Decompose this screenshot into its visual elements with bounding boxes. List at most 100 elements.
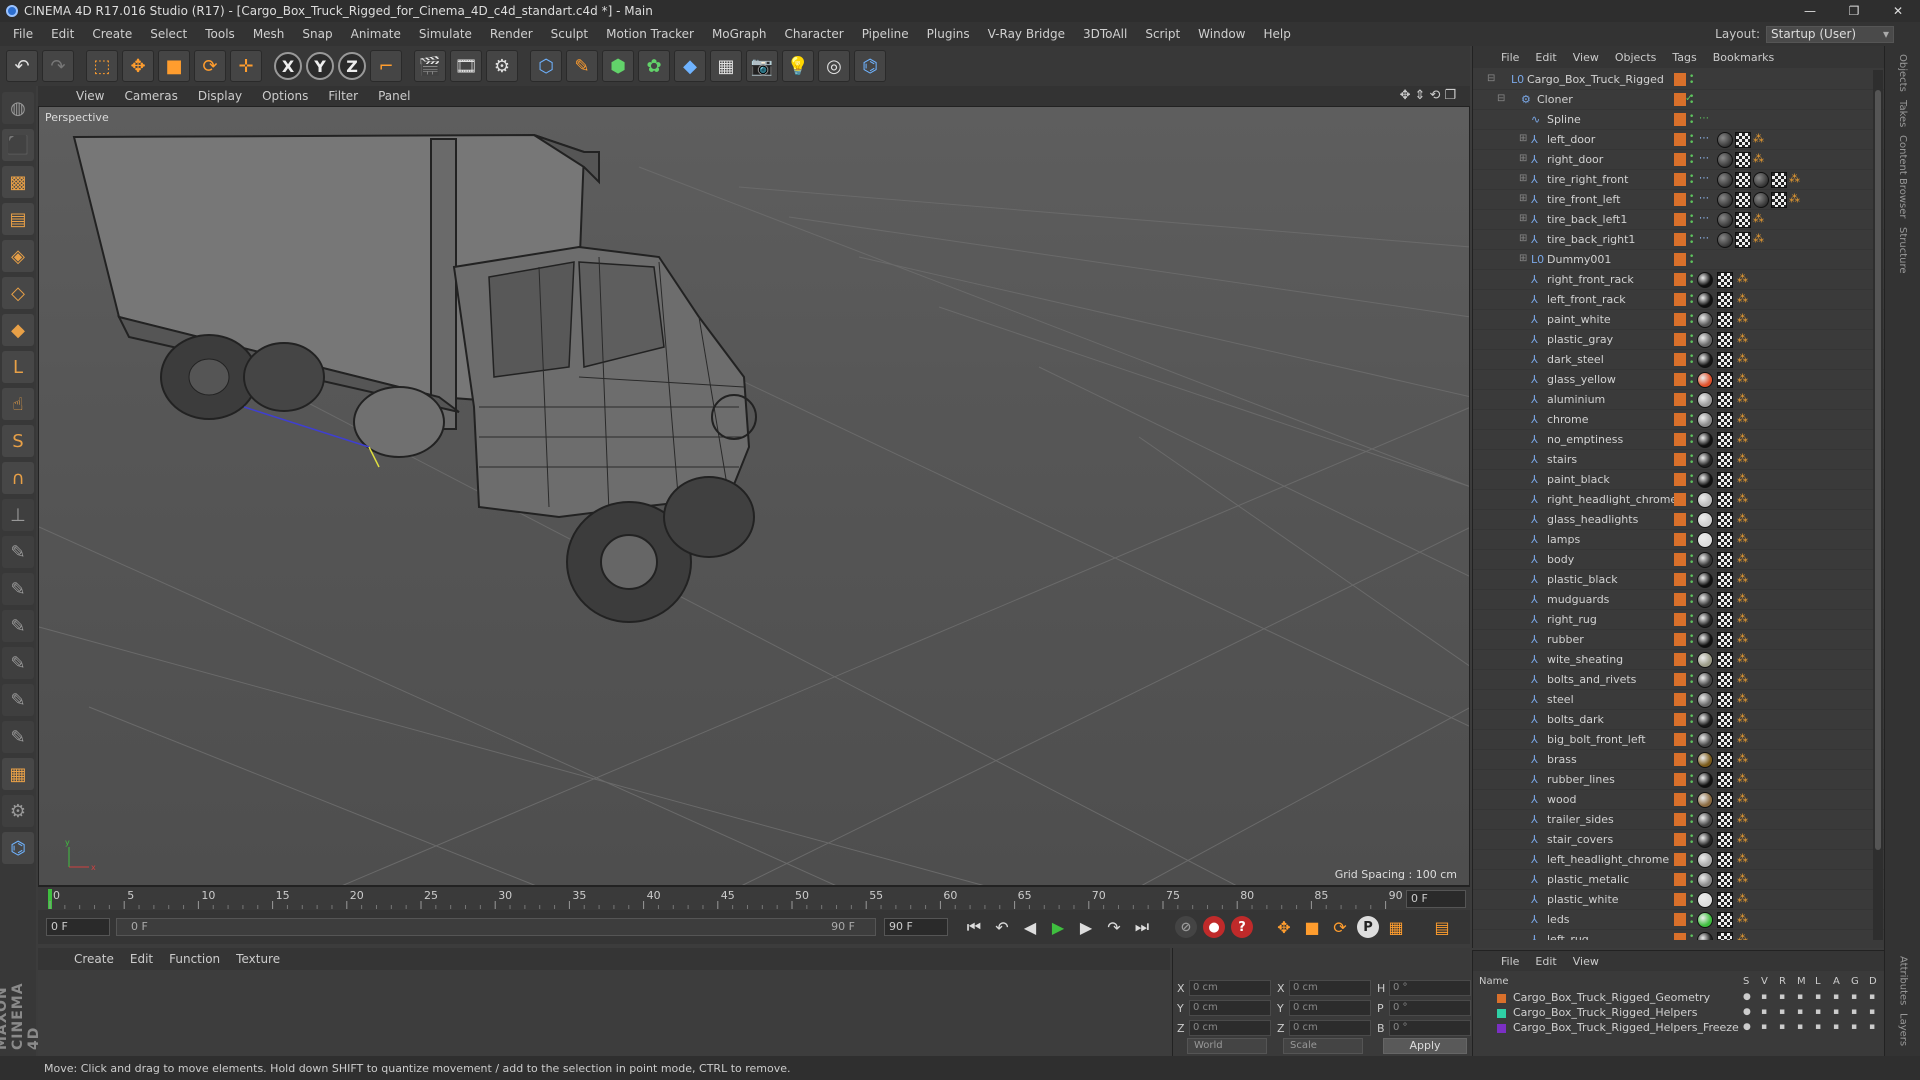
layer-toggle-icon[interactable]: ▪ <box>1851 1022 1857 1032</box>
menu-3dtoall[interactable]: 3DToAll <box>1074 27 1136 41</box>
object-row[interactable]: ⊞ L0 Dummy001 • • <box>1473 250 1885 270</box>
selection-tag-icon[interactable]: ⁂ <box>1737 372 1748 385</box>
selection-tag-icon[interactable]: ⁂ <box>1789 172 1800 185</box>
material-tag-icon[interactable] <box>1697 332 1713 348</box>
object-row[interactable]: ⊞ ⅄ left_door • • ⋯ ⁂ <box>1473 130 1885 150</box>
object-row[interactable]: ⅄ plastic_black • • ⁂ <box>1473 570 1885 590</box>
object-row[interactable]: ⅄ trailer_sides • • ⁂ <box>1473 810 1885 830</box>
timeline-ruler[interactable]: 0 5 10 15 20 25 30 35 40 45 50 55 60 65 70 75 80 85 90 0 F <box>38 886 1470 910</box>
axis-icon[interactable]: ⊥ <box>2 499 34 531</box>
scale-tool-icon[interactable]: ■ <box>158 50 190 82</box>
object-row[interactable]: ⅄ stair_covers • • ⁂ <box>1473 830 1885 850</box>
record-parameter-icon[interactable]: P <box>1357 916 1379 938</box>
texture-tag-icon[interactable] <box>1735 152 1751 168</box>
selection-tag-icon[interactable]: ⁂ <box>1737 612 1748 625</box>
layer-toggle-icon[interactable]: ▪ <box>1761 1007 1767 1017</box>
layer-toggle-icon[interactable]: ▪ <box>1779 1007 1785 1017</box>
texture-tag-icon[interactable] <box>1717 412 1733 428</box>
side-tab-structure[interactable]: Structure <box>1897 227 1908 274</box>
object-row[interactable]: ⅄ no_emptiness • • ⁂ <box>1473 430 1885 450</box>
viewport-menu-options[interactable]: Options <box>252 89 318 103</box>
layer-toggle-icon[interactable]: ▪ <box>1833 1022 1839 1032</box>
visibility-dots[interactable]: •• <box>1689 633 1694 648</box>
object-row[interactable]: ⅄ right_headlight_chrome • • ⁂ <box>1473 490 1885 510</box>
material-tag-icon[interactable] <box>1697 572 1713 588</box>
selection-tag-icon[interactable]: ⁂ <box>1737 732 1748 745</box>
brush-icon[interactable]: ✎ <box>2 536 34 568</box>
object-row[interactable]: ⅄ bolts_dark • • ⁂ <box>1473 710 1885 730</box>
selection-tag-icon[interactable]: ⁂ <box>1737 692 1748 705</box>
restore-button[interactable]: ❐ <box>1832 0 1876 22</box>
pen-spline-icon[interactable]: ✎ <box>566 50 598 82</box>
selection-tag-icon[interactable]: ⁂ <box>1737 292 1748 305</box>
object-row[interactable]: ⊞ ⅄ tire_back_right1 • • ⋯ ⁂ <box>1473 230 1885 250</box>
sculpt-icon[interactable]: ✎ <box>2 573 34 605</box>
close-button[interactable]: ✕ <box>1876 0 1920 22</box>
side-tab-layers[interactable]: Layers <box>1898 1013 1909 1046</box>
object-row[interactable]: ⅄ chrome • • ⁂ <box>1473 410 1885 430</box>
selection-tag-icon[interactable]: ⁂ <box>1737 652 1748 665</box>
layer-col-s[interactable]: S <box>1743 976 1749 987</box>
object-row[interactable]: ⅄ left_headlight_chrome • • ⁂ <box>1473 850 1885 870</box>
material-tag-icon[interactable] <box>1697 932 1713 940</box>
texture-tag-icon[interactable] <box>1735 192 1751 208</box>
layer-menu-view[interactable]: View <box>1565 955 1607 968</box>
autokey-icon[interactable]: ? <box>1231 916 1253 938</box>
texture-tag-icon[interactable] <box>1735 132 1751 148</box>
visibility-dots[interactable]: •• <box>1689 473 1694 488</box>
visibility-dots[interactable]: •• <box>1689 513 1694 528</box>
texture-tag-icon[interactable] <box>1717 792 1733 808</box>
selection-tag-icon[interactable]: ⁂ <box>1737 392 1748 405</box>
goto-end-icon[interactable]: ⏭ <box>1130 915 1154 939</box>
layer-toggle-icon[interactable]: ▪ <box>1761 992 1767 1002</box>
expand-icon[interactable]: ⊞ <box>1519 173 1527 184</box>
layer-menu-edit[interactable]: Edit <box>1527 955 1564 968</box>
material-tag-icon[interactable] <box>1697 772 1713 788</box>
collapse-icon[interactable]: ⊟ <box>1487 73 1495 84</box>
layer-toggle-icon[interactable]: ▪ <box>1851 992 1857 1002</box>
texture-tag-icon[interactable] <box>1717 892 1733 908</box>
layer-col-g[interactable]: G <box>1851 976 1859 987</box>
material-tag-icon[interactable] <box>1753 192 1769 208</box>
selection-tag-icon[interactable]: ⁂ <box>1753 212 1764 225</box>
layer-toggle-icon[interactable]: ▪ <box>1797 1007 1803 1017</box>
visibility-dots[interactable]: •• <box>1689 113 1694 128</box>
object-row[interactable]: ⅄ rubber_lines • • ⁂ <box>1473 770 1885 790</box>
visibility-dots[interactable]: •• <box>1689 673 1694 688</box>
object-row[interactable]: ⅄ wite_sheating • • ⁂ <box>1473 650 1885 670</box>
material-tag-icon[interactable] <box>1717 172 1733 188</box>
texture-mode-icon[interactable]: ▩ <box>2 166 34 198</box>
python-icon[interactable]: ⌬ <box>854 50 886 82</box>
visibility-dots[interactable]: •• <box>1689 733 1694 748</box>
texture-tag-icon[interactable] <box>1717 672 1733 688</box>
selection-tag-icon[interactable]: ⁂ <box>1737 932 1748 940</box>
visibility-dots[interactable]: •• <box>1689 933 1694 941</box>
timeline-layout-icon[interactable]: ▤ <box>1430 915 1454 939</box>
layer-toggle-icon[interactable]: ▪ <box>1761 1022 1767 1032</box>
menu-render[interactable]: Render <box>481 27 542 41</box>
object-row[interactable]: ⊟ L0 Cargo_Box_Truck_Rigged • • <box>1473 70 1885 90</box>
selection-tag-icon[interactable]: ⁂ <box>1753 152 1764 165</box>
object-row[interactable]: ⅄ left_front_rack • • ⁂ <box>1473 290 1885 310</box>
menu-character[interactable]: Character <box>775 27 852 41</box>
visibility-dots[interactable]: •• <box>1689 493 1694 508</box>
subdivision-surface-icon[interactable]: ⬢ <box>602 50 634 82</box>
magnet-icon[interactable]: ∩ <box>2 462 34 494</box>
material-tag-icon[interactable] <box>1697 372 1713 388</box>
apply-button[interactable]: Apply <box>1383 1038 1467 1054</box>
selection-tag-icon[interactable]: ⁂ <box>1737 312 1748 325</box>
next-key-icon[interactable]: ↷ <box>1102 915 1126 939</box>
selection-tag-icon[interactable]: ⁂ <box>1737 832 1748 845</box>
viewport-menu-panel[interactable]: Panel <box>368 89 420 103</box>
material-tag-icon[interactable] <box>1697 432 1713 448</box>
visibility-dots[interactable]: •• <box>1689 233 1694 248</box>
object-menu-view[interactable]: View <box>1565 51 1607 64</box>
live-selection-icon[interactable]: ⬚ <box>86 50 118 82</box>
material-tag-icon[interactable] <box>1697 392 1713 408</box>
texture-tag-icon[interactable] <box>1717 652 1733 668</box>
visibility-dots[interactable]: •• <box>1689 753 1694 768</box>
viewport-nav-icons[interactable]: ✥⇕⟲❐ <box>1400 88 1460 103</box>
side-tab-attributes[interactable]: Attributes <box>1898 956 1909 1005</box>
deformer-icon[interactable]: ◆ <box>674 50 706 82</box>
visibility-dots[interactable]: •• <box>1689 853 1694 868</box>
